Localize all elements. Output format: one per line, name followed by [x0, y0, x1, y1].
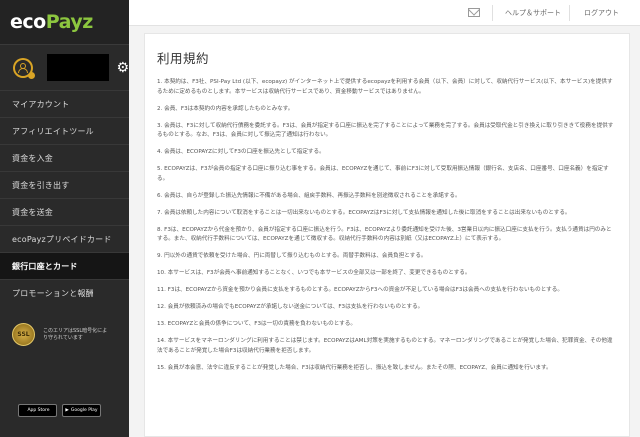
sidebar-item-label: 資金を入金: [12, 153, 53, 163]
mail-icon[interactable]: [468, 8, 480, 17]
divider: [569, 5, 570, 21]
ssl-notice-text: このエリアはSSL暗号化により守られています: [43, 327, 108, 341]
help-support-link[interactable]: ヘルプ＆サポート: [505, 8, 561, 18]
terms-item: 6. 会員は、自らが登録した振込先情報に不備がある場合、組戻手数料、再振込手数料…: [157, 192, 461, 199]
sidebar-item-label: 資金を引き出す: [12, 180, 70, 190]
sidebar-nav: マイアカウント アフィリエイトツール 資金を入金 資金を引き出す 資金を送金 e…: [0, 90, 129, 306]
sidebar-item-bank-and-cards[interactable]: 銀行口座とカード: [0, 252, 129, 279]
sidebar-item-label: マイアカウント: [12, 99, 70, 109]
user-avatar-icon[interactable]: [13, 57, 35, 79]
terms-item: 8. F3は、ECOPAYZから代金を預かり、会員が指定する口座に振込を行う。F…: [157, 226, 612, 243]
terms-item: 4. 会員は、ECOPAYZに対してF3の口座を振込先として指定する。: [157, 149, 325, 155]
sidebar-item-my-account[interactable]: マイアカウント: [0, 90, 129, 117]
divider: [492, 5, 493, 21]
terms-item: 3. 会員は、F3に対して収納代行債務を委託する。F3は、会員が指定する口座に振…: [157, 122, 614, 139]
sidebar-item-affiliate-tools[interactable]: アフィリエイトツール: [0, 117, 129, 144]
ssl-seal-icon: SSL: [12, 323, 35, 346]
terms-item: 12. 会員が依頼済みの場合でもECOPAYZが承諾しない送金については、F3は…: [157, 304, 424, 310]
terms-item: 11. F3は、ECOPAYZから資金を預かり会員に支払をするものとする。ECO…: [157, 287, 563, 293]
store-badges: App Store ▶ Google Play: [18, 404, 101, 417]
terms-panel: 利用規約 1. 本契約は、F3社、PSI-Pay Ltd (以下、ecopayz…: [144, 33, 630, 437]
terms-list: 1. 本契約は、F3社、PSI-Pay Ltd (以下、ecopayz) がイン…: [157, 78, 617, 381]
terms-item: 13. ECOPAYZと会員の係争について、F3は一切の責務を負わないものとする…: [157, 321, 356, 327]
sidebar-item-transfer[interactable]: 資金を送金: [0, 198, 129, 225]
top-bar: ヘルプ＆サポート ログアウト: [129, 0, 640, 26]
logout-link[interactable]: ログアウト: [584, 8, 619, 18]
terms-item: 7. 会員は依頼した内容について取消をすることは一切出来ないものとする。ECOP…: [157, 209, 571, 216]
app-store-label: App Store: [27, 408, 50, 413]
logo-prefix: eco: [10, 11, 46, 33]
app-store-badge[interactable]: App Store: [18, 404, 57, 417]
user-area: ⚙: [0, 44, 129, 90]
google-play-badge[interactable]: ▶ Google Play: [62, 404, 101, 417]
sidebar-item-prepaid-card[interactable]: ecoPayzプリペイドカード: [0, 225, 129, 252]
sidebar-item-label: 資金を送金: [12, 207, 53, 217]
sidebar-item-label: 銀行口座とカード: [12, 261, 78, 271]
sidebar-item-label: プロモーションと報酬: [12, 288, 94, 298]
gear-icon[interactable]: ⚙: [116, 60, 129, 76]
terms-item: 14. 本サービスをマネーロンダリングに利用することは禁じます。ECOPAYZは…: [157, 338, 613, 354]
terms-item: 10. 本サービスは、F3が会員へ事前通知することなく、いつでも本サービスの全部…: [157, 270, 471, 276]
terms-item: 1. 本契約は、F3社、PSI-Pay Ltd (以下、ecopayz) がイン…: [157, 79, 613, 95]
sidebar: ecoPayz ⚙ マイアカウント アフィリエイトツール 資金を入金 資金を引き…: [0, 0, 129, 437]
terms-item: 9. 円以外の通貨で依頼を受けた場合、円に両替して振り込むものとする。両替手数料…: [157, 253, 427, 259]
sidebar-item-label: ecoPayzプリペイドカード: [12, 234, 112, 244]
terms-item: 15. 会員が本会意、法令に違反することが発覚した場合、F3は収納代行業務を拒否…: [157, 364, 552, 371]
play-icon: ▶: [65, 408, 69, 413]
page-title: 利用規約: [157, 51, 210, 66]
sidebar-item-promotions[interactable]: プロモーションと報酬: [0, 279, 129, 306]
terms-item: 2. 会員、F3は本契約の内容を承認したものとみなす。: [157, 105, 294, 112]
google-play-label: Google Play: [70, 408, 98, 413]
terms-item: 5. ECOPAYZは、F3が会員の指定する口座に振り込む事をする。会員は、EC…: [157, 166, 609, 182]
sidebar-item-label: アフィリエイトツール: [12, 126, 94, 136]
main-area: ヘルプ＆サポート ログアウト 利用規約 1. 本契約は、F3社、PSI-Pay …: [129, 0, 640, 437]
logo-area: ecoPayz: [0, 0, 129, 44]
ecopayz-logo[interactable]: ecoPayz: [10, 11, 93, 33]
logo-suffix: Payz: [45, 11, 94, 33]
ssl-notice: SSL このエリアはSSL暗号化により守られています: [12, 323, 109, 346]
sidebar-item-deposit[interactable]: 資金を入金: [0, 144, 129, 171]
redacted-username: [46, 54, 110, 81]
sidebar-item-withdraw[interactable]: 資金を引き出す: [0, 171, 129, 198]
